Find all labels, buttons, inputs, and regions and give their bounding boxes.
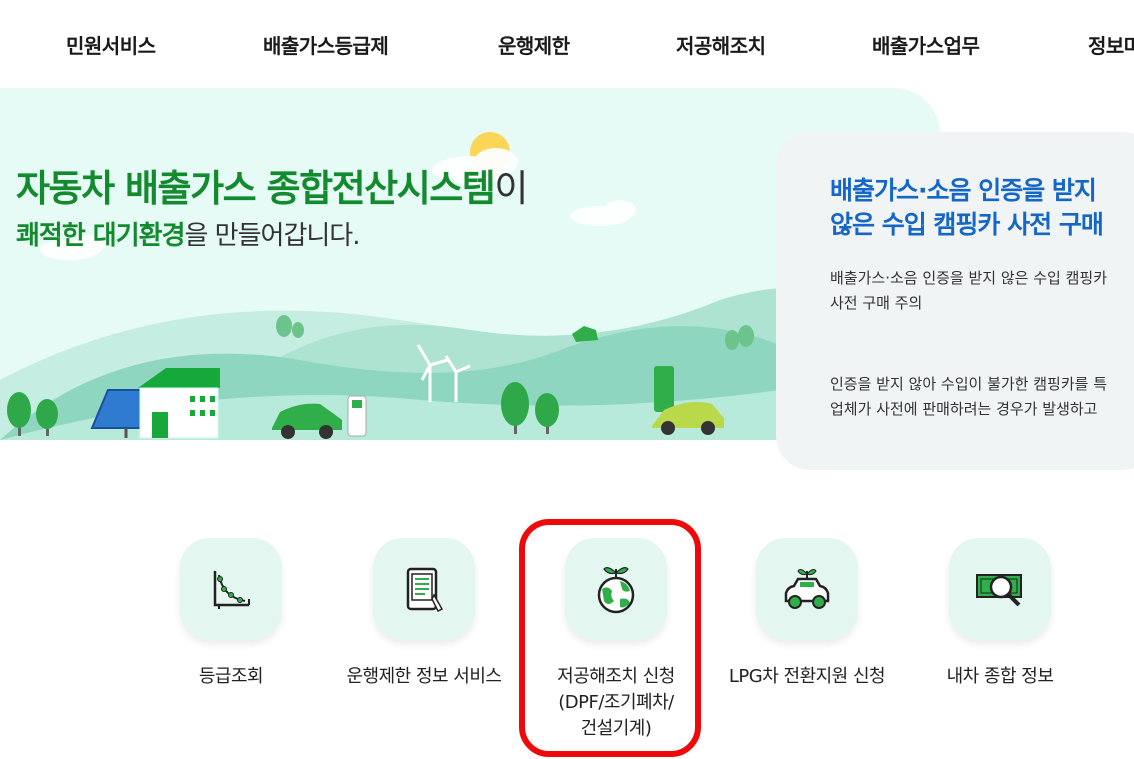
quick-menu-grade-lookup[interactable]: 등급조회 (136, 538, 326, 690)
graph-icon (180, 538, 282, 640)
nav-item-driving-restriction[interactable]: 운행제한 (498, 30, 570, 59)
quick-menu-label: 등급조회 (198, 666, 264, 687)
quick-menu-label: 운행제한 정보 서비스 (346, 666, 502, 687)
nav-item-civil-service[interactable]: 민원서비스 (66, 30, 156, 59)
hero-subtitle-rest: 을 만들어갑니다. (184, 221, 361, 251)
hero-title-suffix: 이 (494, 167, 528, 210)
notice-card[interactable]: 배출가스·소음 인증을 받지 않은 수입 캠핑카 사전 구매 배출가스·소음 인… (776, 132, 1134, 470)
nav-item-emission-grade[interactable]: 배출가스등급제 (263, 30, 389, 59)
eco-car-icon (756, 538, 858, 640)
notice-summary: 배출가스·소음 인증을 받지 않은 수입 캠핑카 사전 구매 주의 (830, 266, 1107, 316)
hero-subtitle: 쾌적한 대기환경을 만들어갑니다. (16, 215, 361, 252)
notice-summary-line2: 사전 구매 주의 (830, 294, 923, 312)
notice-body-line2: 업체가 사전에 판매하려는 경우가 발생하고 (830, 400, 1098, 418)
nav-item-emission-work[interactable]: 배출가스업무 (872, 30, 980, 59)
tablet-icon (373, 538, 475, 640)
hero-title-prefix: 자동차 (16, 167, 126, 210)
hero-title: 자동차 배출가스 종합전산시스템이 (16, 158, 528, 212)
hero-title-highlight: 배출가스 종합전산시스템 (125, 167, 496, 210)
small-car-icon (572, 326, 598, 342)
notice-summary-line1: 배출가스·소음 인증을 받지 않은 수입 캠핑카 (830, 269, 1108, 287)
nav-item-info[interactable]: 정보마 (1088, 30, 1134, 59)
notice-body: 인증을 받지 않아 수입이 불가한 캠핑카를 특 업체가 사전에 판매하려는 경… (830, 372, 1107, 422)
money-search-icon (949, 538, 1051, 640)
highlight-box (519, 519, 701, 757)
notice-body-line1: 인증을 받지 않아 수입이 불가한 캠핑카를 특 (830, 375, 1108, 393)
quick-menu-lpg-conversion[interactable]: LPG차 전환지원 신청 (712, 538, 902, 690)
top-nav: 민원서비스 배출가스등급제 운행제한 저공해조치 배출가스업무 정보마 (0, 0, 1134, 88)
quick-menu-label: 내차 종합 정보 (946, 666, 1054, 687)
notice-title-line1: 배출가스·소음 인증을 받지 (830, 176, 1097, 205)
hero-subtitle-highlight: 쾌적한 대기환경 (16, 221, 185, 251)
quick-menu-restriction-info[interactable]: 운행제한 정보 서비스 (329, 538, 519, 690)
quick-menu-label: LPG차 전환지원 신청 (728, 666, 886, 687)
notice-title-line2: 않은 수입 캠핑카 사전 구매 (830, 210, 1104, 239)
quick-menu-my-car-info[interactable]: 내차 종합 정보 (905, 538, 1095, 690)
nav-item-low-emission[interactable]: 저공해조치 (676, 30, 766, 59)
notice-title[interactable]: 배출가스·소음 인증을 받지 않은 수입 캠핑카 사전 구매 (830, 174, 1104, 242)
